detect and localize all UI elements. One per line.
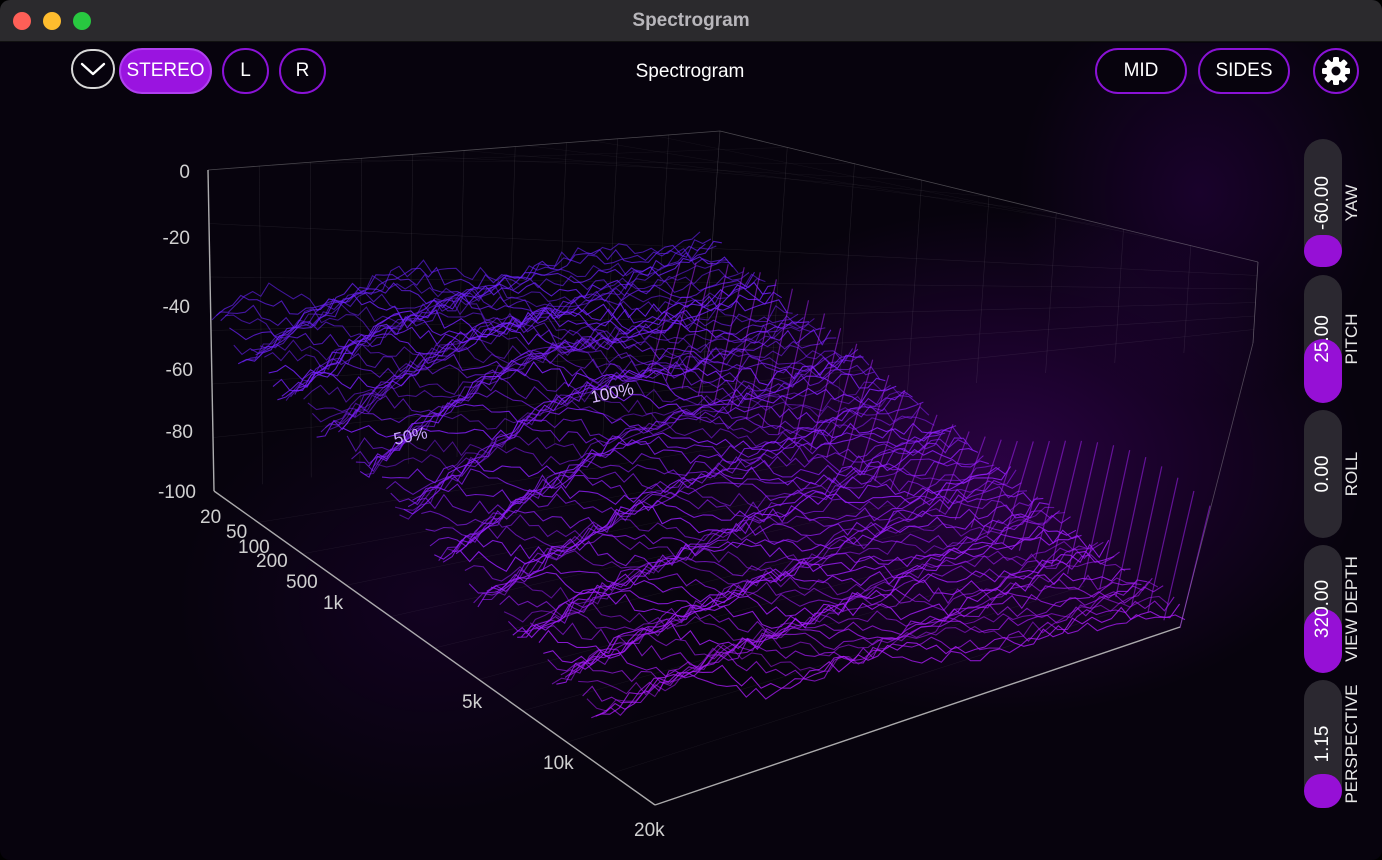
spectrum-surface [211, 231, 1211, 719]
grid-line [655, 135, 1191, 246]
grid-line [976, 196, 990, 384]
spectrum-trace [372, 386, 903, 467]
grid-line [408, 154, 414, 464]
left-channel-button[interactable]: L [222, 48, 269, 94]
spectrum-trace [407, 427, 946, 508]
grid-line [1183, 245, 1192, 354]
grid-line [258, 166, 263, 485]
plot-grid [207, 130, 1259, 774]
spectrum-ridge [1018, 440, 1050, 551]
spectrum-ridge [1115, 456, 1147, 598]
freq-axis-label: 5k [462, 692, 483, 713]
spectrum-trace [429, 437, 973, 547]
spectrum-trace [403, 422, 940, 515]
spectrum-trace [320, 337, 837, 433]
spectrum-trace [556, 568, 1131, 685]
freq-axis-label: 10k [543, 753, 574, 774]
axis-line [207, 130, 721, 171]
perspective-slider[interactable]: 1.15 [1304, 680, 1342, 808]
freq-axis-label: 20 [200, 507, 221, 528]
z-axis-label: -20 [163, 228, 190, 249]
freq-axis-label: 1k [323, 593, 344, 614]
roll-slider[interactable]: 0.00 [1304, 410, 1342, 538]
spectrogram-3d-plot[interactable]: 50% 100% 0 -20 -40 -60 -80 -100 20 50 10… [0, 43, 1382, 860]
spectrum-ridge [1147, 477, 1179, 613]
mid-button[interactable]: MID [1095, 48, 1187, 94]
grid-line [463, 150, 990, 197]
yaw-slider[interactable]: -60.00 [1304, 139, 1342, 267]
z-axis-label: 0 [179, 162, 190, 183]
view-depth-value: 320.00 [1312, 579, 1333, 639]
spectrum-ridge [1067, 442, 1099, 575]
spectrum-trace [451, 466, 1001, 553]
grid-line [768, 147, 788, 414]
axis-line [654, 626, 1181, 806]
yaw-label: YAW [1342, 184, 1361, 222]
grid-line [359, 158, 362, 471]
view-title: Spectrogram [635, 61, 745, 82]
grid-line [591, 140, 1124, 230]
grid-line [208, 223, 1258, 276]
freq-axis-label: 20k [634, 820, 665, 841]
perspective-label: PERSPECTIVE [1342, 684, 1361, 804]
spectrum-trace [499, 510, 1061, 614]
view-depth-label: VIEW DEPTH [1342, 556, 1361, 662]
yaw-value: -60.00 [1312, 176, 1333, 230]
freq-axis-label: 200 [256, 551, 288, 572]
freq-axis-label: 500 [286, 572, 318, 593]
perspective-value: 1.15 [1312, 725, 1333, 763]
floor-label-100: 100% [589, 379, 635, 407]
grid-line [1045, 212, 1057, 374]
plot-box-frame [207, 130, 1259, 806]
spectrum-ridge [1163, 490, 1195, 621]
stereo-button[interactable]: STEREO [119, 48, 212, 94]
spectrum-ridge [1002, 441, 1034, 544]
z-axis-label: -60 [166, 360, 193, 381]
pitch-label: PITCH [1342, 313, 1361, 365]
roll-label: ROLL [1342, 451, 1361, 497]
z-axis-label: -80 [166, 422, 193, 443]
spectrum-ridge [745, 279, 777, 420]
window-title: Spectrogram [632, 10, 750, 31]
dropdown-toggle-button[interactable] [71, 49, 115, 89]
grid-line [456, 150, 465, 458]
z-axis-label: -100 [158, 482, 196, 503]
spectrum-trace [386, 394, 919, 496]
spectrum-ridge [1034, 440, 1067, 559]
settings-button[interactable] [1313, 48, 1359, 94]
chevron-down-icon [80, 62, 106, 76]
right-channel-button[interactable]: R [279, 48, 326, 94]
app-window: Spectrogram 50% 100% 0 -20 -40 -60 -80 -… [0, 0, 1382, 860]
grid-line [837, 163, 855, 404]
view-depth-slider[interactable]: 320.00 [1304, 545, 1342, 673]
spectrum-trace [216, 243, 706, 317]
pitch-value: 25.00 [1312, 315, 1333, 363]
sides-button[interactable]: SIDES [1198, 48, 1290, 94]
floor-label-50: 50% [392, 423, 429, 449]
roll-value: 0.00 [1312, 455, 1333, 493]
spectrum-trace [421, 426, 963, 526]
grid-line [527, 145, 1057, 214]
spectrum-trace [525, 540, 1093, 635]
spectrum-trace [599, 614, 1186, 715]
grid-line [907, 180, 923, 394]
z-axis-label: -40 [163, 297, 190, 318]
spectrum-ridge [906, 414, 938, 497]
axis-line [719, 130, 1259, 263]
title-bar: Spectrogram [0, 0, 1382, 42]
pitch-slider[interactable]: 25.00 [1304, 275, 1342, 403]
spectrum-trace [464, 469, 1017, 582]
gear-icon [1322, 57, 1350, 85]
spectrum-ridge [970, 439, 1002, 528]
axis-line [1179, 342, 1254, 628]
spectrum-ridge [1099, 449, 1131, 590]
spectrogram-view: 50% 100% 0 -20 -40 -60 -80 -100 20 50 10… [0, 43, 1382, 860]
grid-line [258, 443, 749, 523]
